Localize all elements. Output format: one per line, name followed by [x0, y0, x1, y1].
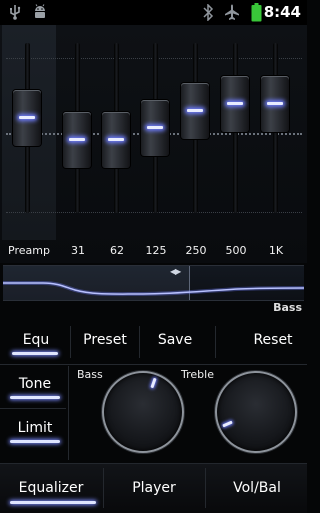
limit-active-indicator [10, 440, 60, 443]
band-label: 125 [145, 244, 167, 257]
tone-button[interactable]: Tone [6, 376, 64, 392]
battery-icon [251, 3, 262, 26]
slider-thumb-indicator [187, 109, 203, 112]
equ-active-indicator [12, 352, 58, 355]
divider [103, 468, 104, 508]
divider [205, 468, 206, 508]
preamp-slider[interactable] [8, 25, 48, 240]
band-label: 500 [225, 244, 247, 257]
preset-button[interactable]: Preset [76, 332, 134, 348]
band-slider[interactable] [97, 25, 137, 240]
reset-button[interactable]: Reset [238, 332, 308, 348]
treble-knob[interactable] [215, 371, 297, 453]
treble-knob-indicator [222, 420, 233, 428]
eq-curve-line [3, 281, 304, 297]
bluetooth-icon [202, 3, 214, 25]
band-slider[interactable] [136, 25, 176, 240]
equalizer-panel: Preamp 31 62 125 250 500 1K [0, 25, 307, 263]
tab-player[interactable]: Player [108, 480, 200, 496]
band-slider[interactable] [256, 25, 296, 240]
bass-knob-label: Bass [77, 368, 103, 381]
slider-thumb[interactable] [102, 111, 130, 168]
divider [0, 408, 66, 409]
save-button[interactable]: Save [145, 332, 205, 348]
bass-knob[interactable] [102, 371, 184, 453]
band-slider[interactable] [216, 25, 256, 240]
slider-thumb-indicator [267, 102, 283, 106]
slider-thumb[interactable] [13, 89, 41, 146]
tone-active-indicator [10, 396, 60, 399]
eq-curve-strip[interactable]: ◀▶ [3, 265, 304, 301]
equ-button[interactable]: Equ [10, 332, 62, 348]
divider [215, 326, 216, 358]
slider-thumb[interactable] [261, 76, 289, 133]
slider-thumb-indicator [227, 102, 243, 106]
divider [70, 326, 71, 358]
treble-knob-label: Treble [181, 368, 214, 381]
preamp-label: Preamp [8, 244, 50, 257]
slider-thumb-indicator [19, 115, 35, 119]
tab-equalizer-active-indicator [10, 501, 96, 504]
bottom-navigation: Equalizer Player Vol/Bal [0, 463, 307, 513]
limit-button[interactable]: Limit [6, 420, 64, 436]
band-label: 62 [110, 244, 124, 257]
band-label: 1K [268, 244, 284, 257]
android-debug-icon [32, 4, 48, 24]
slider-thumb-indicator [69, 137, 85, 141]
slider-thumb[interactable] [141, 100, 169, 156]
band-label: 31 [71, 244, 85, 257]
slider-thumb[interactable] [181, 83, 209, 139]
divider [139, 326, 140, 358]
divider [0, 364, 307, 365]
usb-icon [8, 4, 22, 24]
clock: 8:44 [263, 3, 301, 21]
slider-thumb-indicator [147, 126, 163, 129]
slider-thumb-indicator [108, 137, 124, 141]
status-bar: 8:44 [0, 0, 307, 25]
curve-label: Bass [273, 301, 302, 314]
tab-vol-bal[interactable]: Vol/Bal [210, 480, 304, 496]
slider-thumb[interactable] [63, 111, 91, 168]
slider-thumb[interactable] [221, 76, 249, 133]
airplane-mode-icon [224, 4, 240, 25]
bass-knob-indicator [149, 377, 157, 388]
band-label: 250 [185, 244, 207, 257]
tab-equalizer[interactable]: Equalizer [4, 480, 98, 496]
divider [68, 366, 69, 460]
band-slider[interactable] [176, 25, 216, 240]
band-slider[interactable] [58, 25, 98, 240]
